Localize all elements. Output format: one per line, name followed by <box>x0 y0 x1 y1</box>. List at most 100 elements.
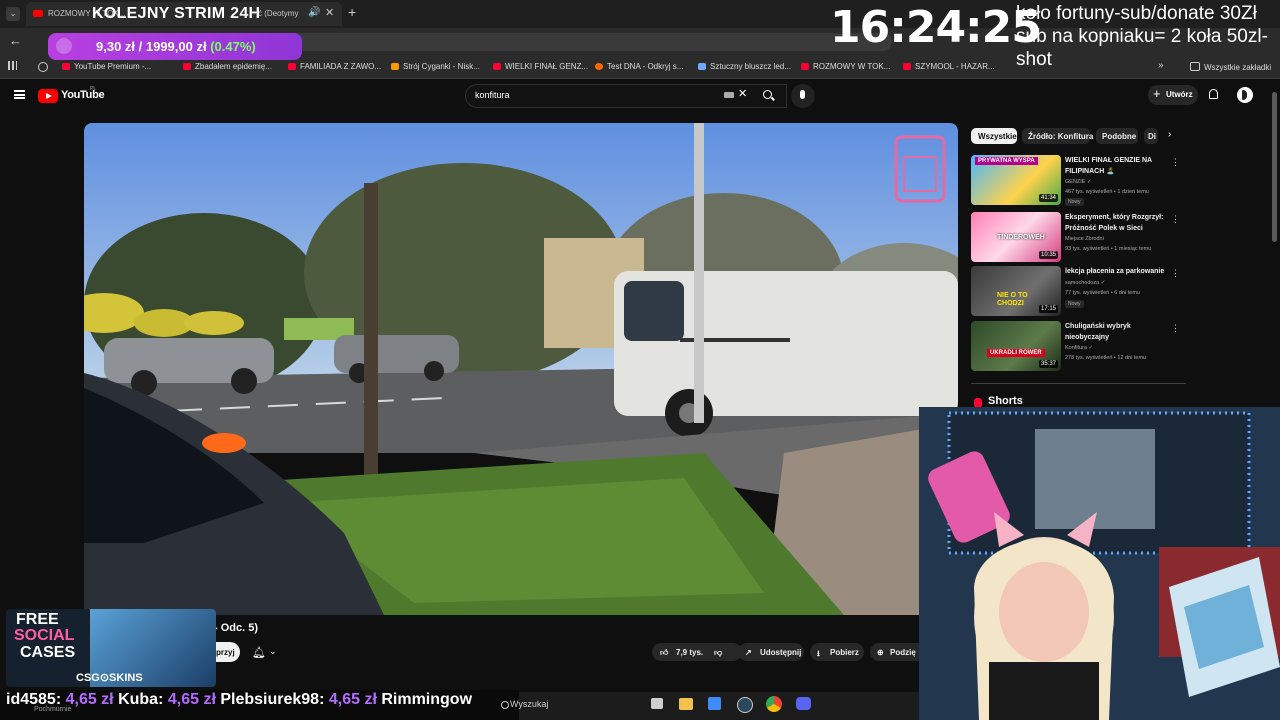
recommendation-title: Eksperyment, który Rozgrzył: Próżność Po… <box>1065 214 1164 232</box>
file-explorer-icon[interactable] <box>679 698 693 710</box>
thanks-icon: ⊕ <box>877 648 884 657</box>
goal-progress-icon <box>56 38 72 54</box>
bookmark-item[interactable]: ROZMOWY W TOK... <box>801 62 890 71</box>
donor-amount: 4,65 zł <box>328 691 377 708</box>
recommendation-item[interactable]: PRYWATNA WYSPA 41:34 WIELKI FINAŁ GENZIE… <box>971 155 1186 207</box>
chrome-icon[interactable] <box>38 62 48 72</box>
voice-search-button[interactable] <box>791 84 815 108</box>
youtube-logo-text[interactable]: YouTube <box>61 89 105 101</box>
chip-all[interactable]: Wszystkie <box>971 128 1017 144</box>
like-dislike-group[interactable]: 👍︎ 7,9 tys. 👎︎ <box>652 643 742 661</box>
new-badge: Nowy <box>1065 300 1084 308</box>
notification-bell-icon[interactable]: 🔔︎ <box>252 646 266 659</box>
bookmark-item[interactable]: WIELKI FINAŁ GENZ... <box>493 62 588 71</box>
back-arrow-icon[interactable]: ← <box>9 33 22 48</box>
like-count: 7,9 tys. <box>676 648 704 657</box>
chip-source[interactable]: Źródło: Konfitura <box>1022 128 1093 144</box>
bookmark-item[interactable]: Strój Cyganki - Nisk... <box>391 62 480 71</box>
bookmark-label: Strój Cyganki - Nisk... <box>403 62 480 71</box>
more-vert-icon[interactable]: ⋮ <box>1171 214 1180 225</box>
youtube-logo-icon[interactable] <box>38 89 58 103</box>
video-thumbnail[interactable]: NIE O TO CHODZI 17:15 <box>971 266 1061 316</box>
tab-list-button[interactable]: ⌄ <box>6 7 20 21</box>
video-thumbnail[interactable]: PRYWATNA WYSPA 41:34 <box>971 155 1061 205</box>
chevron-down-icon[interactable]: ⌄ <box>269 646 277 657</box>
video-frame-scene <box>84 123 958 615</box>
recommendation-channel: Konfitura ✓ <box>1065 345 1094 351</box>
more-vert-icon[interactable]: ⋮ <box>1171 268 1180 279</box>
apps-grid-icon[interactable] <box>8 61 17 70</box>
search-button[interactable] <box>753 84 783 106</box>
share-label: Udostępnij <box>760 648 802 657</box>
goal-percent: (0.47%) <box>210 39 256 54</box>
weather-label: Pochmurnie <box>34 706 72 713</box>
tab-audio-icon[interactable]: 🔊 <box>308 7 320 18</box>
menu-icon[interactable] <box>14 90 25 99</box>
task-view-icon[interactable] <box>651 698 663 709</box>
shop-icon <box>698 63 706 70</box>
taskbar-search[interactable]: Wyszukaj <box>510 699 548 709</box>
share-button[interactable]: ↗ Udostępnij <box>738 643 804 661</box>
video-duration: 41:34 <box>1038 194 1058 202</box>
youtube-icon <box>493 63 501 70</box>
share-icon: ↗ <box>745 648 752 657</box>
chip-label: Podobne <box>1102 132 1137 141</box>
bookmark-item[interactable]: YouTube Premium -... <box>62 62 151 71</box>
chip-related[interactable]: Podobne <box>1096 128 1138 144</box>
thumbs-up-icon[interactable]: 👍︎ <box>660 648 668 658</box>
download-button[interactable]: ⭳ Pobierz <box>810 643 864 661</box>
webcam-scene <box>919 407 1280 720</box>
tab-title-tail: ć (Deotymy <box>258 9 299 18</box>
chip-label: Di <box>1148 132 1156 141</box>
thumbnail-caption: PRYWATNA WYSPA <box>975 157 1038 165</box>
store-icon[interactable] <box>708 697 721 710</box>
recommendation-title: lekcja płacenia za parkowanie <box>1065 268 1165 275</box>
sidebar-divider <box>971 383 1186 384</box>
dna-icon <box>595 63 603 70</box>
discord-icon[interactable] <box>796 697 811 710</box>
more-vert-icon[interactable]: ⋮ <box>1171 157 1180 168</box>
bookmark-item[interactable]: SZYMOOL - HAZAR... <box>903 62 995 71</box>
bookmark-label: SZYMOOL - HAZAR... <box>915 62 995 71</box>
new-tab-icon[interactable]: + <box>348 4 356 20</box>
keyboard-icon[interactable] <box>724 92 734 98</box>
video-duration: 10:35 <box>1038 251 1058 259</box>
recommendation-item[interactable]: TINDEROWEH 10:35 Eksperyment, który Rozg… <box>971 212 1186 264</box>
bookmark-item[interactable]: Zbadałem epidemię... <box>183 62 272 71</box>
youtube-favicon <box>33 10 43 17</box>
wheel-promo-text: koło fortuny-sub/donate 30Zł sub na kopn… <box>1016 3 1268 70</box>
promo-line-3: CASES <box>20 644 76 661</box>
page-scrollbar[interactable] <box>1272 92 1277 242</box>
thanks-button[interactable]: ⊕ Podzię <box>870 643 919 661</box>
thumbs-down-icon[interactable]: 👎︎ <box>714 648 722 658</box>
bookmark-item[interactable]: FAMILIADA Z ZAWO... <box>288 62 381 71</box>
bookmark-item[interactable]: Sztuczny bluszcz led... <box>698 62 791 71</box>
donor-name: Plebsiurek98: <box>220 691 325 708</box>
subscribe-label: przyj <box>216 648 235 657</box>
video-thumbnail[interactable]: TINDEROWEH 10:35 <box>971 212 1061 262</box>
stream-clock: 16:24:25 <box>830 2 1042 53</box>
recommendation-meta: 77 tys. wyświetleń • 6 dni temu <box>1065 290 1140 296</box>
thumbnail-caption: NIE O TO CHODZI <box>997 292 1028 307</box>
more-vert-icon[interactable]: ⋮ <box>1171 323 1180 334</box>
avatar[interactable] <box>1237 87 1253 103</box>
notifications-bell-icon[interactable] <box>1209 89 1218 99</box>
thanks-label: Podzię <box>890 648 916 657</box>
clear-search-icon[interactable]: ✕ <box>738 87 747 100</box>
chip-label: Wszystkie <box>978 132 1017 141</box>
video-thumbnail[interactable]: UKRADLI ROWER 35:37 <box>971 321 1061 371</box>
taskbar-search-icon[interactable] <box>501 701 509 709</box>
stream-title: KOLEJNY STRIM 24H <box>92 5 261 22</box>
chips-next-icon[interactable]: › <box>1168 129 1171 140</box>
tab-close-icon[interactable]: ✕ <box>325 6 334 19</box>
recommendation-item[interactable]: UKRADLI ROWER 35:37 Chuligański wybryk n… <box>971 321 1186 373</box>
youtube-region: PL <box>90 86 97 92</box>
bookmark-item[interactable]: Test DNA - Odkryj s... <box>595 62 683 71</box>
bookmark-label: FAMILIADA Z ZAWO... <box>300 62 382 71</box>
chrome-icon[interactable] <box>766 696 782 712</box>
steam-icon[interactable] <box>737 697 753 713</box>
create-label: Utwórz <box>1166 90 1193 99</box>
chip-more[interactable]: Di <box>1144 128 1158 144</box>
recommendation-item[interactable]: NIE O TO CHODZI 17:15 lekcja płacenia za… <box>971 266 1186 318</box>
video-player[interactable] <box>84 123 958 615</box>
